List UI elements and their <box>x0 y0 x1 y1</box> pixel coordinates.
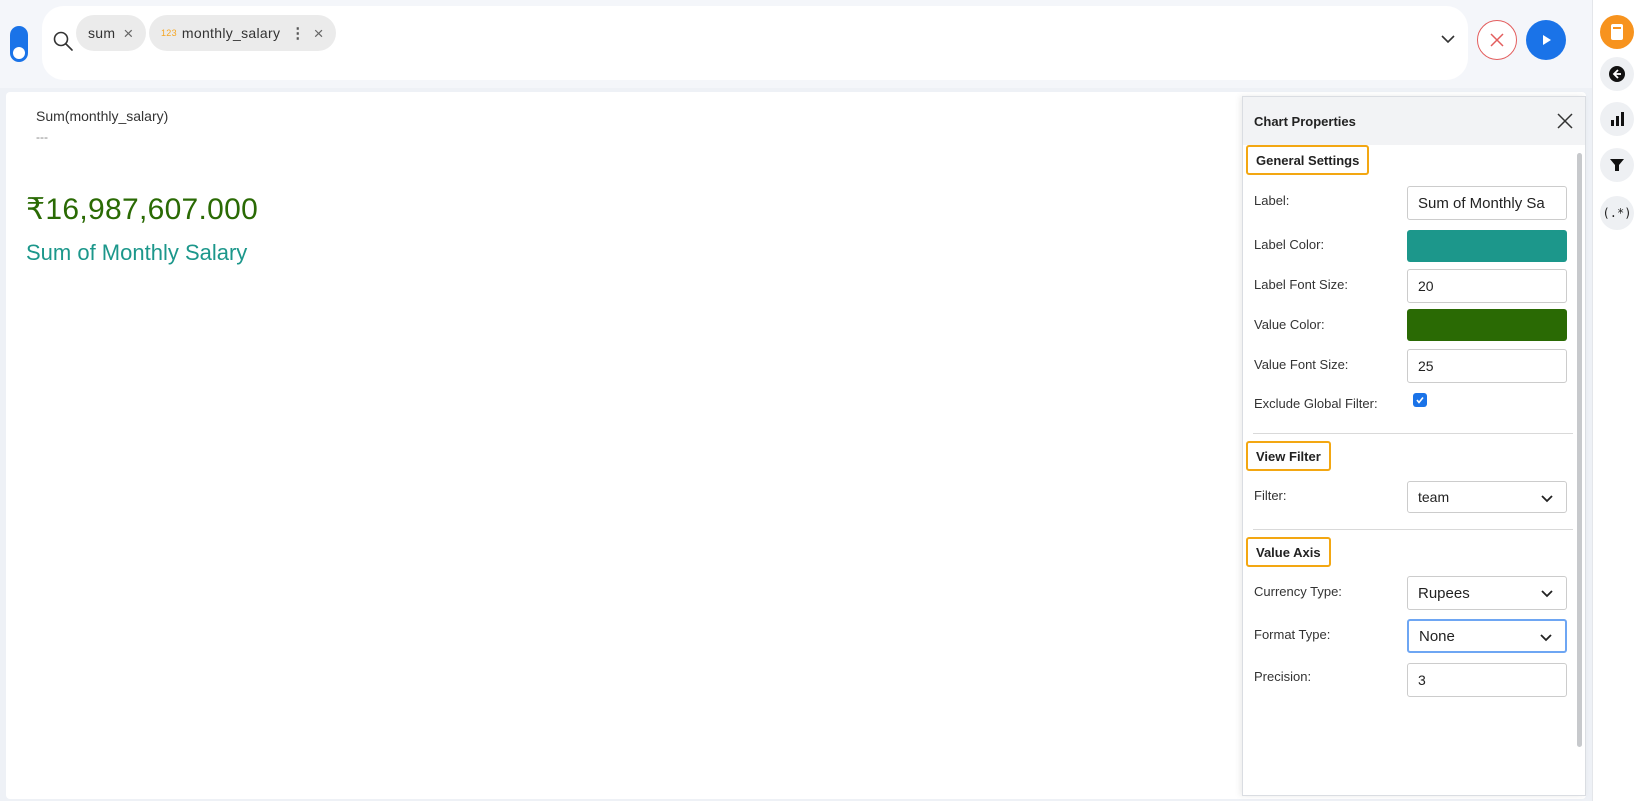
remove-chip-icon[interactable]: × <box>314 25 324 42</box>
format-type-value: None <box>1419 627 1455 645</box>
filter-select-value: team <box>1418 489 1450 505</box>
filter-select[interactable]: team <box>1407 481 1567 513</box>
view-filter-heading: View Filter <box>1246 441 1331 471</box>
filter-icon <box>1610 159 1624 171</box>
rail-chart-button[interactable] <box>1600 102 1634 136</box>
panel-title: Chart Properties <box>1254 114 1356 129</box>
regex-icon: (.*) <box>1602 206 1632 220</box>
currency-type-select[interactable]: Rupees <box>1407 576 1567 610</box>
search-box[interactable]: sum × 123 monthly_salary ⋮ × <box>42 6 1468 80</box>
play-icon <box>1543 35 1551 45</box>
exclude-global-filter-checkbox[interactable] <box>1413 393 1427 407</box>
top-bar: sum × 123 monthly_salary ⋮ × <box>0 0 1592 88</box>
precision-label: Precision: <box>1254 669 1312 684</box>
label-color-picker[interactable] <box>1407 230 1567 262</box>
close-icon[interactable] <box>1555 111 1575 131</box>
search-icon <box>53 31 73 51</box>
chevron-down-icon <box>1540 634 1552 642</box>
document-icon <box>1611 24 1623 40</box>
value-font-size-input[interactable]: 25 <box>1407 349 1567 383</box>
label-input[interactable]: Sum of Monthly Sa <box>1407 186 1567 220</box>
run-button[interactable] <box>1526 20 1566 60</box>
rail-regex-button[interactable]: (.*) <box>1600 196 1634 230</box>
divider <box>1253 529 1573 530</box>
clear-button[interactable] <box>1477 20 1517 60</box>
divider <box>1253 433 1573 434</box>
value-color-label: Value Color: <box>1254 317 1325 332</box>
chip-label: monthly_salary <box>181 25 281 41</box>
chart-properties-panel: Chart Properties General Settings Label:… <box>1242 96 1586 796</box>
rail-back-button[interactable] <box>1600 57 1634 91</box>
panel-header: Chart Properties <box>1243 97 1585 145</box>
precision-input[interactable]: 3 <box>1407 663 1567 697</box>
chip-label: sum <box>88 25 116 41</box>
mode-toggle[interactable] <box>10 26 28 62</box>
format-type-label: Format Type: <box>1254 627 1331 642</box>
label-font-size-input[interactable]: 20 <box>1407 269 1567 303</box>
currency-type-label: Currency Type: <box>1254 584 1342 599</box>
chevron-down-icon <box>1541 495 1553 503</box>
filter-label: Filter: <box>1254 488 1287 503</box>
value-axis-heading: Value Axis <box>1246 537 1331 567</box>
kpi-label: Sum of Monthly Salary <box>26 240 248 265</box>
back-arrow-icon <box>1609 66 1625 82</box>
remove-chip-icon[interactable]: × <box>123 25 133 42</box>
value-color-picker[interactable] <box>1407 309 1567 341</box>
numeric-type-icon: 123 <box>161 28 177 38</box>
general-settings-heading: General Settings <box>1246 145 1370 175</box>
kpi-value: ₹16,987,607.000 <box>26 193 259 226</box>
chart-title: Sum(monthly_salary) <box>36 108 169 124</box>
currency-type-value: Rupees <box>1418 584 1470 602</box>
search-chip-sum[interactable]: sum × <box>76 15 146 51</box>
more-options-icon[interactable]: ⋮ <box>290 24 305 42</box>
rail-filter-button[interactable] <box>1600 148 1634 182</box>
value-font-size-label: Value Font Size: <box>1254 357 1349 372</box>
chevron-down-icon[interactable] <box>1439 30 1457 48</box>
panel-scrollbar[interactable] <box>1577 153 1582 747</box>
label-font-size-label: Label Font Size: <box>1254 277 1348 292</box>
chevron-down-icon <box>1541 590 1553 598</box>
toggle-knob <box>13 47 25 59</box>
close-icon <box>1490 33 1504 47</box>
label-field-label: Label: <box>1254 193 1290 208</box>
rail-document-button[interactable] <box>1600 15 1634 49</box>
label-color-label: Label Color: <box>1254 237 1325 252</box>
search-chip-monthly-salary[interactable]: 123 monthly_salary ⋮ × <box>149 15 336 51</box>
check-icon <box>1416 397 1424 404</box>
bar-chart-icon <box>1611 112 1624 126</box>
exclude-global-filter-label: Exclude Global Filter: <box>1254 396 1378 411</box>
chart-subtitle: --- <box>36 130 48 144</box>
format-type-select[interactable]: None <box>1407 619 1567 653</box>
right-toolbar: (.*) <box>1592 0 1639 801</box>
